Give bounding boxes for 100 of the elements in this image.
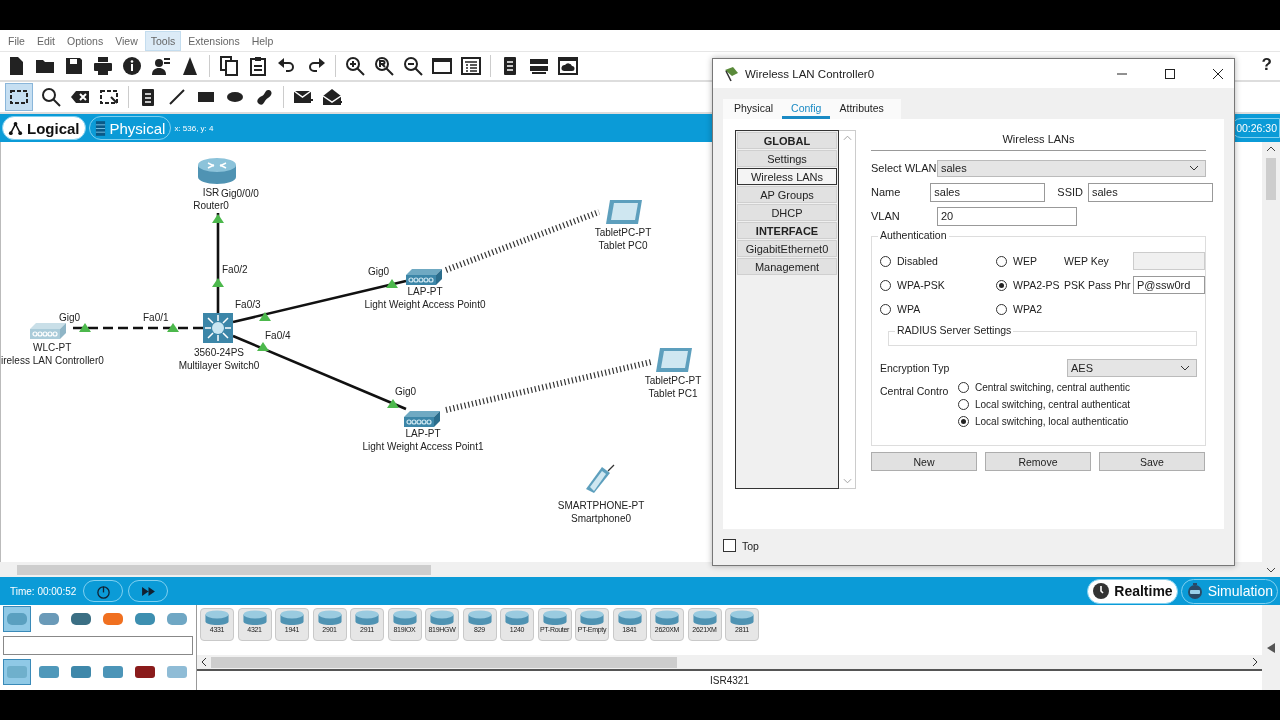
- workspace-tab[interactable]: Logical: [2, 116, 86, 140]
- group-title: RADIUS Server Settings: [895, 324, 1014, 336]
- clock-icon: [1092, 582, 1111, 600]
- radio-option[interactable]: Central switching, central authentic: [958, 382, 1131, 393]
- info-icon[interactable]: [122, 56, 142, 76]
- menu-item[interactable]: File: [3, 31, 30, 50]
- zoom-in-icon[interactable]: [345, 56, 365, 76]
- action-button[interactable]: New: [871, 452, 977, 471]
- cursor-coordinates: x: 536, y: 4: [174, 123, 214, 133]
- stopwatch-icon: [1185, 582, 1204, 600]
- menu-item[interactable]: Edit: [31, 31, 60, 50]
- window-icon[interactable]: [432, 56, 452, 76]
- device-name-label: Smartphone0: [570, 512, 631, 525]
- radio-option[interactable]: WPA-PSK: [880, 279, 996, 291]
- input-field[interactable]: sales: [1088, 182, 1213, 202]
- wlan-dropdown[interactable]: sales: [937, 159, 1206, 177]
- nav-item[interactable]: Wireless LANs: [737, 168, 837, 185]
- input-field[interactable]: P@ssw0rd: [1133, 276, 1205, 294]
- radio-option[interactable]: Local switching, central authenticat: [958, 399, 1131, 410]
- pyramid-icon[interactable]: [180, 56, 200, 76]
- tab[interactable]: Physical: [725, 99, 783, 119]
- port-label: Fa0/2: [222, 264, 248, 275]
- scroll-thumb[interactable]: [211, 656, 677, 668]
- field-label: VLAN: [871, 210, 901, 222]
- device-name-label: Light Weight Access Point0: [364, 298, 486, 311]
- input-field[interactable]: sales: [930, 182, 1046, 202]
- nav-section-header[interactable]: GLOBAL: [737, 132, 837, 149]
- vertical-scrollbar[interactable]: [1262, 142, 1280, 577]
- help-button[interactable]: ?: [1261, 55, 1272, 75]
- checkbox[interactable]: Top: [723, 539, 763, 552]
- freeform-icon[interactable]: [254, 87, 274, 107]
- radio-option[interactable]: Disabled: [880, 255, 996, 267]
- radio-option[interactable]: WPA2: [996, 303, 1064, 315]
- user-icon[interactable]: [151, 56, 171, 76]
- field-label: Name: [871, 186, 902, 198]
- power-icon: [95, 583, 111, 599]
- scroll-thumb[interactable]: [1266, 158, 1276, 200]
- search-icon[interactable]: [41, 87, 61, 107]
- device-model-label: LAP-PT: [405, 427, 441, 440]
- device-name-label: ireless LAN Controller0: [1, 354, 104, 367]
- copy-icon[interactable]: [219, 56, 239, 76]
- marquee-icon[interactable]: [99, 87, 119, 107]
- scroll-down-icon[interactable]: [1266, 567, 1276, 573]
- menu-item[interactable]: View: [110, 31, 143, 50]
- scroll-up-icon[interactable]: [1266, 146, 1276, 152]
- paste-icon[interactable]: [248, 56, 268, 76]
- maximize-button[interactable]: [1164, 67, 1176, 80]
- device-model-label: LAP-PT: [407, 285, 443, 298]
- scroll-thumb[interactable]: [17, 565, 431, 575]
- device-name-label: Multilayer Switch0: [178, 359, 260, 372]
- palette-icon[interactable]: [461, 56, 481, 76]
- field-label: Encryption Typ: [880, 362, 950, 374]
- collapse-arrow-icon[interactable]: [1267, 642, 1275, 653]
- section-heading: Wireless LANs: [871, 130, 1206, 151]
- zoom-out-icon[interactable]: [403, 56, 423, 76]
- line-icon[interactable]: [167, 87, 187, 107]
- menu-item[interactable]: Help: [246, 31, 279, 50]
- action-button[interactable]: Remove: [985, 452, 1091, 471]
- encryption-dropdown[interactable]: AES: [1067, 359, 1197, 377]
- nav-item[interactable]: GigabitEthernet0: [737, 240, 837, 257]
- window-title: Wireless LAN Controller0: [745, 67, 875, 80]
- nav-item[interactable]: AP Groups: [737, 186, 837, 203]
- scroll-right-icon[interactable]: [1252, 657, 1258, 667]
- field-label: PSK Pass Phr: [1064, 279, 1132, 291]
- radio-option[interactable]: Local switching, local authenticatio: [958, 416, 1131, 427]
- open-envelope-icon[interactable]: [322, 87, 342, 107]
- port-label: Fa0/4: [265, 330, 291, 341]
- tab[interactable]: Attributes: [830, 99, 893, 119]
- scroll-left-icon[interactable]: [201, 657, 207, 667]
- close-button[interactable]: [1212, 67, 1224, 80]
- device-category-field[interactable]: [3, 636, 193, 655]
- menu-item[interactable]: Options: [62, 31, 109, 50]
- server-icon[interactable]: [529, 56, 549, 76]
- zoom-reset-icon[interactable]: [374, 56, 394, 76]
- nav-item[interactable]: Settings: [737, 150, 837, 167]
- radio-option[interactable]: WEP: [996, 255, 1064, 267]
- port-label: Gig0: [395, 386, 417, 397]
- device-model-label: TabletPC-PT: [644, 374, 702, 387]
- nav-section-header[interactable]: INTERFACE: [737, 222, 837, 239]
- port-label: Fa0/3: [235, 299, 261, 310]
- device-name-label: Router0: [193, 199, 229, 212]
- app-icon: [723, 65, 739, 82]
- action-button[interactable]: Save: [1099, 452, 1205, 471]
- input-field[interactable]: 20: [937, 206, 1077, 226]
- device-model-label: 3560-24PS: [193, 346, 244, 359]
- nav-item[interactable]: DHCP: [737, 204, 837, 221]
- menu-item[interactable]: Extensions: [183, 31, 245, 50]
- field-label: Central Contro: [880, 384, 950, 399]
- print-icon[interactable]: [93, 56, 113, 76]
- horizontal-scrollbar[interactable]: [197, 655, 1262, 669]
- field-label: SSID: [1057, 186, 1083, 198]
- mode-tab[interactable]: Realtime: [1087, 578, 1178, 604]
- radio-option[interactable]: WPA: [880, 303, 996, 315]
- radio-option[interactable]: WPA2-PS: [996, 279, 1064, 291]
- cloud-window-icon[interactable]: [558, 56, 578, 76]
- save-icon[interactable]: [64, 56, 84, 76]
- menu-item[interactable]: Tools: [144, 30, 182, 51]
- port-label: Fa0/1: [143, 312, 169, 323]
- select-icon[interactable]: [6, 84, 32, 110]
- nav-item[interactable]: Management: [737, 258, 837, 275]
